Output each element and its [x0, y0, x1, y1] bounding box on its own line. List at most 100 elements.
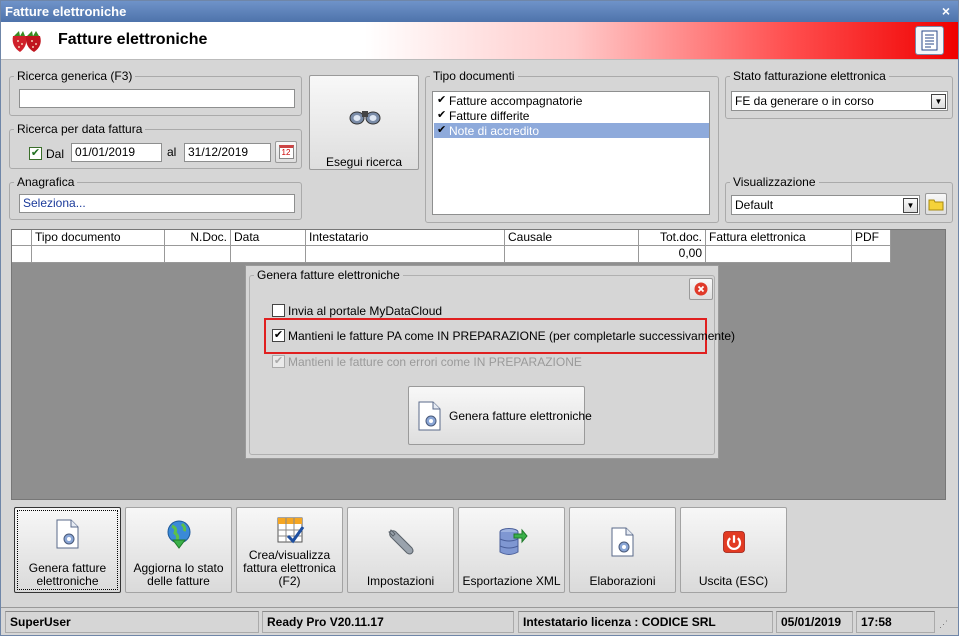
toolbar-button-label: Genera fatture elettroniche [15, 562, 120, 588]
status-user: SuperUser [5, 611, 259, 633]
document-gear-icon [418, 401, 441, 431]
view-group: Visualizzazione Default ▼ [725, 175, 953, 223]
toolbar-button-label: Elaborazioni [570, 575, 675, 588]
table-cell: 0,00 [639, 246, 706, 262]
grid-header: Tipo documento N.Doc. Data Intestatario … [12, 230, 891, 246]
column-header[interactable]: Fattura elettronica [706, 230, 852, 245]
dialog-title: Genera fatture elettroniche [254, 268, 403, 282]
to-date-input[interactable]: 31/12/2019 [184, 143, 271, 162]
generate-invoices-dialog: Genera fatture elettroniche Invia al por… [245, 265, 735, 459]
document-type-item[interactable]: ✔ Fatture differite [434, 108, 709, 123]
toolbar-export-xml-button[interactable]: Esportazione XML [458, 507, 565, 593]
generic-search-group: Ricerca generica (F3) [9, 69, 302, 116]
window-title: Fatture elettroniche [5, 4, 127, 19]
invoice-status-label: Stato fatturazione elettronica [730, 69, 889, 83]
check-mark-icon: ✔ [437, 124, 447, 136]
generic-search-input[interactable] [19, 89, 295, 108]
toolbar-create-view-invoice-button[interactable]: Crea/visualizza fattura elettronica (F2) [236, 507, 343, 593]
chevron-down-icon[interactable]: ▼ [903, 198, 918, 213]
toolbar-generate-invoices-button[interactable]: Genera fatture elettroniche [14, 507, 121, 593]
close-circle-icon [694, 282, 708, 296]
anagrafica-label: Anagrafica [14, 175, 78, 189]
status-date: 05/01/2019 [776, 611, 853, 633]
anagrafica-group: Anagrafica Seleziona... [9, 175, 302, 220]
toolbar-processing-button[interactable]: Elaborazioni [569, 507, 676, 593]
toolbar-settings-button[interactable]: Impostazioni [347, 507, 454, 593]
status-license: Intestatario licenza : CODICE SRL [518, 611, 773, 633]
table-row[interactable]: 0,00 [12, 246, 891, 263]
dialog-close-button[interactable] [689, 278, 713, 300]
label-line: Impostazioni [366, 574, 435, 588]
date-search-label: Ricerca per data fattura [14, 122, 146, 136]
toolbar-button-label: Crea/visualizza fattura elettronica (F2) [237, 549, 342, 588]
check-mark-icon: ✔ [30, 147, 41, 159]
table-cell [852, 246, 891, 262]
main-window: Fatture elettroniche × Fatture elettroni… [0, 0, 959, 636]
title-bar: Fatture elettroniche × [1, 1, 958, 22]
generate-invoices-button-label: Genera fatture elettroniche [449, 409, 592, 423]
al-label: al [167, 145, 177, 159]
toolbar-update-status-button[interactable]: Aggiorna lo stato delle fatture [125, 507, 232, 593]
wrench-icon [387, 529, 413, 555]
document-type-item[interactable]: ✔ Note di accredito [434, 123, 709, 138]
dal-label: Dal [46, 147, 65, 161]
keep-errors-checkbox: ✔ [272, 355, 285, 368]
strawberry-logo-icon [12, 31, 41, 52]
keep-pa-checkbox[interactable]: ✔ [272, 329, 285, 342]
date-search-group: Ricerca per data fattura ✔ Dal 01/01/201… [9, 122, 302, 169]
table-cell [165, 246, 231, 262]
binoculars-icon [349, 111, 381, 125]
column-header[interactable]: Data [231, 230, 306, 245]
database-export-icon [499, 528, 528, 555]
grid-row-selector [12, 246, 32, 262]
keep-errors-label: Mantieni le fatture con errori come IN P… [288, 355, 582, 369]
calendar-button[interactable]: 12 [275, 141, 297, 163]
document-type-item-label: Fatture accompagnatorie [449, 94, 583, 108]
list-icon [921, 30, 938, 51]
toolbar-exit-button[interactable]: Uscita (ESC) [680, 507, 787, 593]
toolbar-button-label: Uscita (ESC) [681, 575, 786, 588]
resize-grip-icon[interactable]: ⋰ [939, 618, 951, 630]
toolbar-button-label: Esportazione XML [459, 575, 564, 588]
power-icon [722, 531, 745, 553]
dal-checkbox[interactable]: ✔ [29, 147, 42, 160]
generate-invoices-button[interactable]: Genera fatture elettroniche [408, 386, 592, 445]
document-type-list: ✔ Fatture accompagnatorie ✔ Fatture diff… [432, 91, 710, 215]
close-icon[interactable]: × [942, 1, 950, 22]
toolbar-button-label: Impostazioni [348, 575, 453, 588]
page-header: Fatture elettroniche [1, 22, 958, 60]
column-header[interactable]: Tot.doc. [639, 230, 706, 245]
column-header[interactable]: N.Doc. [165, 230, 231, 245]
generic-search-label: Ricerca generica (F3) [14, 69, 136, 83]
status-bar: SuperUser Ready Pro V20.11.17 Intestatar… [1, 607, 958, 635]
document-type-item-label: Note di accredito [449, 124, 540, 138]
check-mark-icon: ✔ [273, 355, 284, 367]
document-type-item[interactable]: ✔ Fatture accompagnatorie [434, 93, 709, 108]
search-button[interactable]: Esegui ricerca [309, 75, 419, 170]
list-view-button[interactable] [915, 26, 944, 55]
open-folder-button[interactable] [925, 193, 947, 215]
column-header[interactable]: Tipo documento [32, 230, 165, 245]
calendar-icon: 12 [278, 145, 294, 159]
grid-row-selector [12, 230, 32, 245]
view-select[interactable]: Default [731, 195, 920, 215]
anagrafica-input[interactable]: Seleziona... [19, 194, 295, 213]
label-line: (F2) [278, 574, 301, 588]
toolbar-button-label: Aggiorna lo stato delle fatture [126, 562, 231, 588]
invoice-status-select[interactable]: FE da generare o in corso [731, 91, 948, 111]
search-button-label: Esegui ricerca [325, 155, 403, 169]
check-mark-icon: ✔ [437, 94, 447, 106]
column-header[interactable]: Intestatario [306, 230, 505, 245]
chevron-down-icon[interactable]: ▼ [931, 94, 946, 109]
column-header[interactable]: PDF [852, 230, 891, 245]
table-cell [306, 246, 505, 262]
document-type-item-label: Fatture differite [449, 109, 530, 123]
from-date-input[interactable]: 01/01/2019 [71, 143, 162, 162]
status-version: Ready Pro V20.11.17 [262, 611, 514, 633]
folder-icon [928, 199, 944, 211]
column-header[interactable]: Causale [505, 230, 639, 245]
page-title: Fatture elettroniche [58, 31, 208, 48]
mydatacloud-checkbox[interactable] [272, 304, 285, 317]
check-mark-icon: ✔ [437, 109, 447, 121]
view-label: Visualizzazione [730, 175, 819, 189]
